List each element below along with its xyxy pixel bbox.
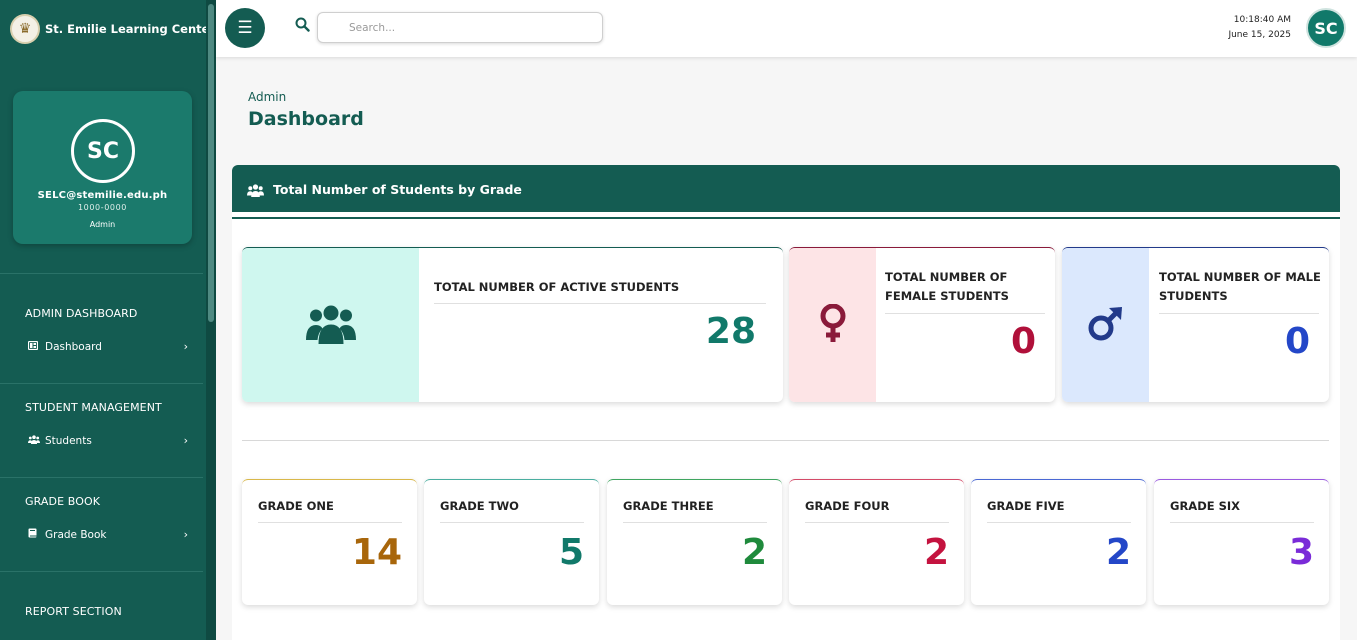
section-divider bbox=[242, 440, 1329, 441]
divider bbox=[440, 522, 584, 523]
sidebar-divider bbox=[0, 273, 203, 274]
male-students-value: 0 bbox=[1284, 321, 1310, 362]
grade-card: GRADE FOUR 2 bbox=[789, 479, 964, 605]
grade-card: GRADE THREE 2 bbox=[607, 479, 782, 605]
profile-card: SC SELC@stemilie.edu.ph 1000-0000 Admin bbox=[13, 91, 192, 244]
female-students-band bbox=[789, 248, 876, 402]
divider bbox=[805, 522, 949, 523]
grade-label: GRADE FOUR bbox=[805, 499, 890, 513]
chevron-right-icon: › bbox=[183, 434, 188, 447]
divider bbox=[258, 522, 402, 523]
divider bbox=[1159, 313, 1319, 314]
sidebar: ♛ St. Emilie Learning Center SC SELC@ste… bbox=[0, 0, 216, 640]
section-title-report-section: REPORT SECTION bbox=[25, 605, 122, 618]
female-students-card: TOTAL NUMBER OF FEMALE STUDENTS 0 bbox=[789, 247, 1055, 402]
sidebar-divider bbox=[0, 477, 203, 478]
section-title-admin-dashboard: ADMIN DASHBOARD bbox=[25, 307, 138, 320]
active-students-band bbox=[242, 248, 419, 402]
book-icon bbox=[28, 528, 40, 541]
grade-value: 5 bbox=[558, 532, 584, 573]
sidebar-item-grade-book[interactable]: Grade Book › bbox=[28, 528, 188, 541]
grade-card: GRADE SIX 3 bbox=[1154, 479, 1329, 605]
grade-card: GRADE ONE 14 bbox=[242, 479, 417, 605]
grade-label: GRADE SIX bbox=[1170, 499, 1241, 513]
grade-label: GRADE THREE bbox=[623, 499, 714, 513]
avatar: SC bbox=[71, 119, 135, 183]
grade-label: GRADE ONE bbox=[258, 499, 334, 513]
sidebar-scrollbar-thumb[interactable] bbox=[208, 4, 214, 322]
school-seal-icon: ♛ bbox=[10, 14, 40, 44]
panel-header: Total Number of Students by Grade bbox=[232, 165, 1340, 215]
active-students-label: TOTAL NUMBER OF ACTIVE STUDENTS bbox=[434, 280, 680, 294]
profile-email: SELC@stemilie.edu.ph bbox=[37, 190, 168, 201]
students-by-grade-panel: Total Number of Students by Grade TOTAL … bbox=[232, 165, 1340, 640]
dashboard-icon bbox=[27, 340, 40, 353]
male-icon bbox=[1087, 306, 1125, 346]
chevron-right-icon: › bbox=[183, 528, 188, 541]
section-title-student-management: STUDENT MANAGEMENT bbox=[25, 401, 162, 414]
grade-value: 3 bbox=[1288, 532, 1314, 573]
breadcrumb: Admin bbox=[248, 90, 287, 104]
clock: 10:18:40 AM June 15, 2025 bbox=[1228, 13, 1291, 43]
panel-header-underline bbox=[232, 217, 1340, 219]
female-icon bbox=[818, 303, 848, 348]
user-avatar[interactable]: SC bbox=[1306, 8, 1346, 48]
brand[interactable]: ♛ St. Emilie Learning Center bbox=[10, 14, 215, 44]
grade-label: GRADE FIVE bbox=[987, 499, 1065, 513]
hamburger-icon: ☰ bbox=[237, 18, 253, 38]
male-students-band bbox=[1062, 248, 1149, 402]
active-students-value: 28 bbox=[705, 311, 756, 352]
menu-toggle-button[interactable]: ☰ bbox=[225, 8, 265, 48]
divider bbox=[1170, 522, 1314, 523]
search-input[interactable] bbox=[317, 12, 603, 43]
grade-value: 2 bbox=[1105, 532, 1131, 573]
active-students-card: TOTAL NUMBER OF ACTIVE STUDENTS 28 bbox=[242, 247, 783, 402]
male-students-label: TOTAL NUMBER OF MALE STUDENTS bbox=[1159, 270, 1321, 303]
grade-card: GRADE TWO 5 bbox=[424, 479, 599, 605]
divider bbox=[987, 522, 1131, 523]
page-title: Dashboard bbox=[248, 108, 364, 130]
sidebar-divider bbox=[0, 571, 203, 572]
grade-value: 2 bbox=[741, 532, 767, 573]
sidebar-item-label: Students bbox=[45, 434, 92, 447]
grade-card: GRADE FIVE 2 bbox=[971, 479, 1146, 605]
brand-name: St. Emilie Learning Center bbox=[45, 22, 216, 36]
users-icon bbox=[305, 304, 356, 348]
female-students-label: TOTAL NUMBER OF FEMALE STUDENTS bbox=[885, 270, 1009, 303]
divider bbox=[885, 313, 1045, 314]
sidebar-item-label: Grade Book bbox=[45, 528, 107, 541]
section-title-grade-book: GRADE BOOK bbox=[25, 495, 101, 508]
search-icon[interactable] bbox=[295, 17, 310, 36]
sidebar-item-dashboard[interactable]: Dashboard › bbox=[27, 340, 188, 353]
sidebar-divider bbox=[0, 383, 203, 384]
divider bbox=[623, 522, 767, 523]
topbar: ☰ 10:18:40 AM June 15, 2025 SC bbox=[216, 0, 1357, 57]
grade-label: GRADE TWO bbox=[440, 499, 519, 513]
divider bbox=[434, 303, 766, 304]
clock-time: 10:18:40 AM bbox=[1233, 15, 1291, 25]
profile-role: Admin bbox=[89, 220, 116, 229]
users-icon bbox=[28, 434, 40, 447]
users-icon bbox=[247, 182, 264, 201]
profile-id: 1000-0000 bbox=[77, 203, 127, 212]
clock-date: June 15, 2025 bbox=[1228, 30, 1291, 40]
sidebar-item-students[interactable]: Students › bbox=[28, 434, 188, 447]
grade-value: 2 bbox=[923, 532, 949, 573]
chevron-right-icon: › bbox=[183, 340, 188, 353]
sidebar-item-label: Dashboard bbox=[45, 340, 102, 353]
male-students-card: TOTAL NUMBER OF MALE STUDENTS 0 bbox=[1062, 247, 1329, 402]
female-students-value: 0 bbox=[1010, 321, 1036, 362]
panel-title: Total Number of Students by Grade bbox=[273, 182, 522, 197]
grade-value: 14 bbox=[351, 532, 402, 573]
